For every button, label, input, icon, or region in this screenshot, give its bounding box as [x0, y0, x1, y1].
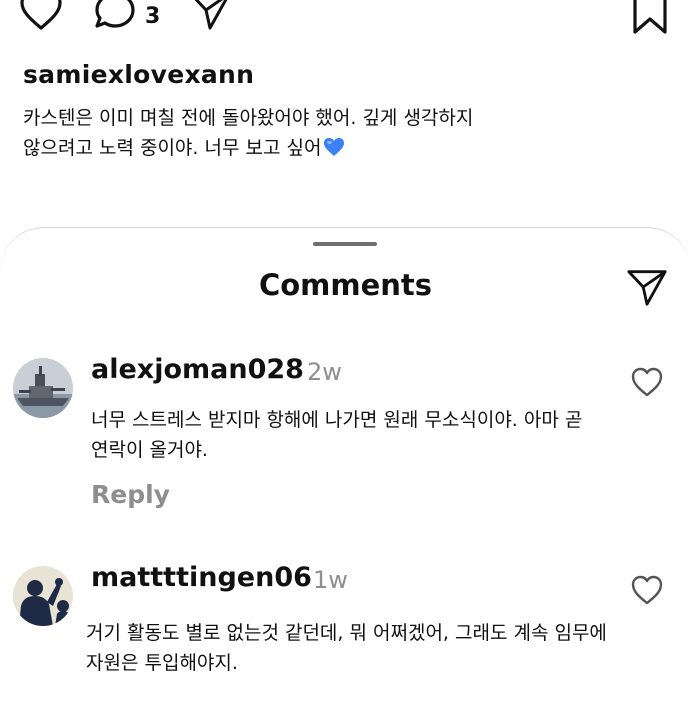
silhouette-avatar-image	[13, 566, 73, 626]
comment-timestamp: 2w	[307, 358, 342, 386]
comment-timestamp: 1w	[313, 566, 348, 594]
blue-heart-emoji	[324, 138, 345, 156]
post-action-bar: 3	[0, 0, 691, 40]
paper-plane-icon[interactable]	[626, 266, 668, 308]
comment-username[interactable]: alexjoman028	[91, 354, 304, 385]
caption-line: 않으려고 노력 중이야. 너무 보고 싶어	[23, 133, 583, 163]
avatar[interactable]	[13, 566, 73, 626]
comment-text-line: 거기 활동도 별로 없는것 같던데, 뭐 어쩌겠어, 그래도 계속 임무에	[86, 622, 607, 644]
sheet-title: Comments	[258, 268, 433, 302]
avatar[interactable]	[13, 358, 73, 418]
caption-line: 카스텐은 이미 며칠 전에 돌아왔어야 했어. 깊게 생각하지	[23, 107, 474, 129]
drag-handle[interactable]	[313, 242, 377, 246]
heart-icon[interactable]	[19, 0, 63, 34]
comment-username[interactable]: mattttingen06	[91, 562, 312, 593]
reply-button[interactable]: Reply	[91, 480, 170, 509]
post-section: 3 samiexlovexann 카스텐은 이미 며칠 전에 돌아왔어야 했어.…	[0, 0, 691, 240]
comment-text-line: 자원은 투입해야지.	[86, 652, 238, 674]
post-caption: 카스텐은 이미 며칠 전에 돌아왔어야 했어. 깊게 생각하지 않으려고 노력 …	[23, 103, 583, 163]
comments-sheet: Comments alexjoman028 2w 너무 스트레스 받지마 항해에…	[0, 227, 691, 728]
bookmark-icon[interactable]	[630, 0, 670, 36]
comment-count: 3	[145, 4, 161, 29]
comment-text: 거기 활동도 별로 없는것 같던데, 뭐 어쩌겠어, 그래도 계속 임무에 자원…	[86, 618, 646, 678]
battleship-avatar-image	[13, 358, 73, 418]
paper-plane-icon[interactable]	[188, 0, 232, 32]
comment-bubble-icon[interactable]	[93, 0, 137, 34]
caption-text: 않으려고 노력 중이야. 너무 보고 싶어	[23, 137, 322, 159]
comment-text: 너무 스트레스 받지마 항해에 나가면 원래 무소식이야. 아마 곧 연락이 올…	[91, 405, 651, 465]
comment-text-line: 연락이 올거야.	[91, 439, 208, 461]
heart-icon[interactable]	[630, 366, 664, 398]
heart-icon[interactable]	[630, 574, 664, 606]
post-username[interactable]: samiexlovexann	[23, 60, 254, 89]
comment-text-line: 너무 스트레스 받지마 항해에 나가면 원래 무소식이야. 아마 곧	[91, 409, 583, 431]
